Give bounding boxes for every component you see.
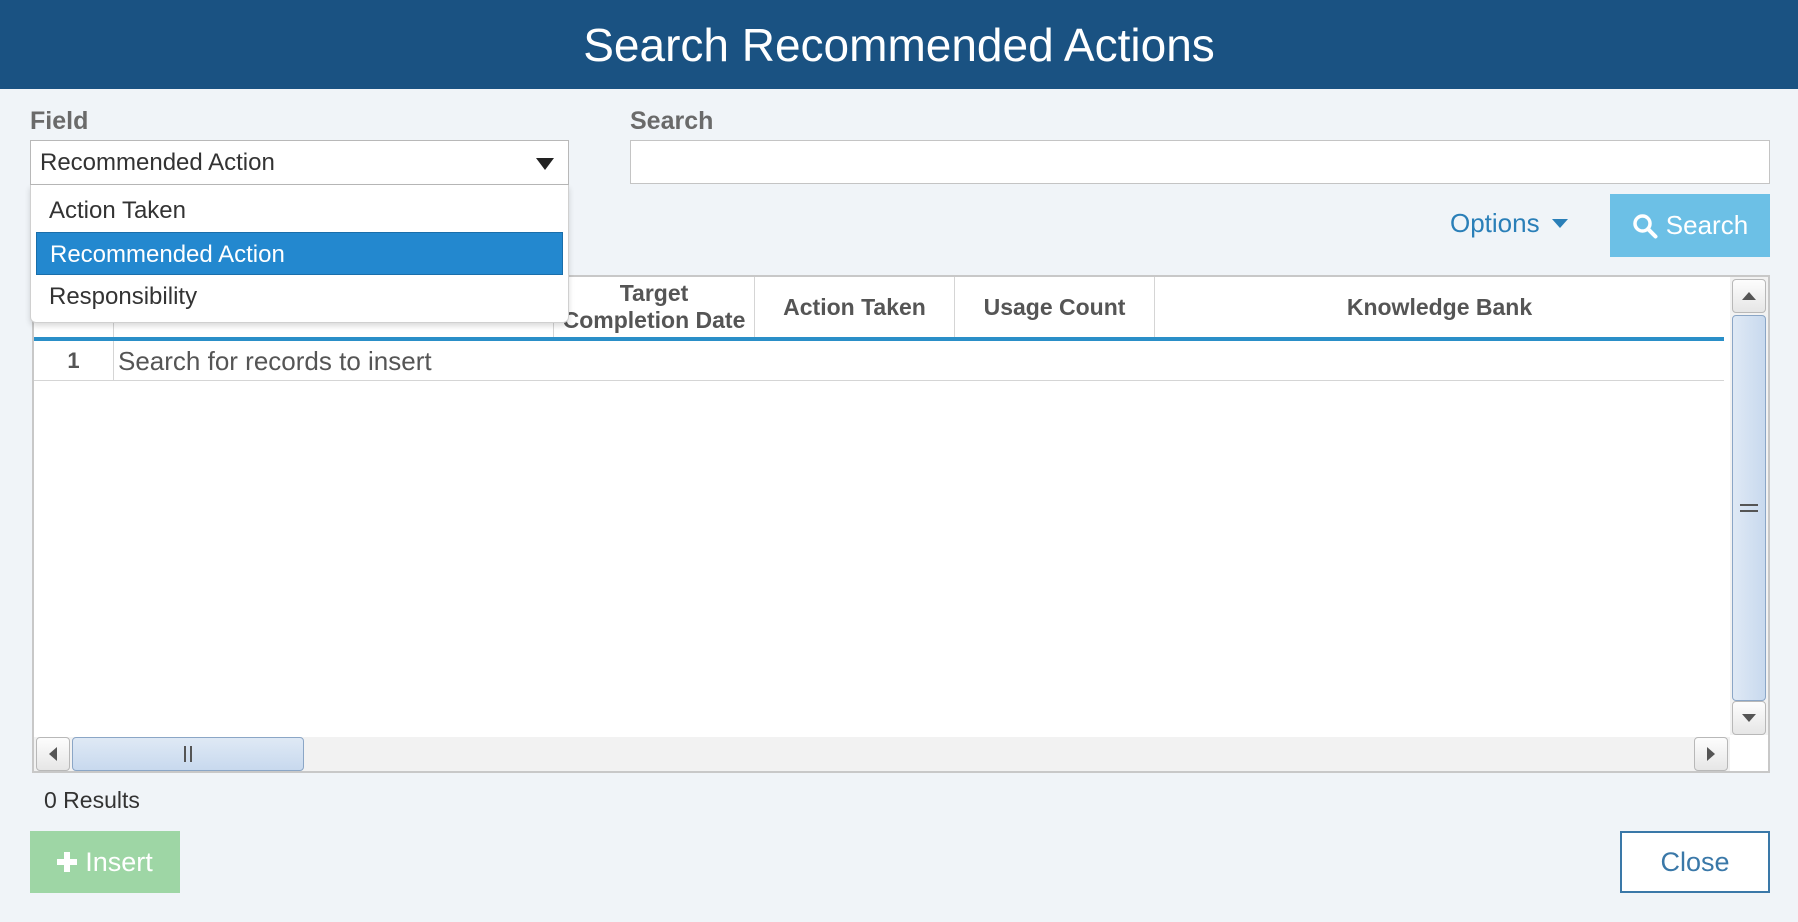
caret-down-icon [1551,219,1568,228]
search-button-label: Search [1665,210,1749,240]
field-dropdown-list: Action Taken Recommended Action Responsi… [30,185,569,323]
plus-icon [57,852,78,872]
options-button[interactable]: Options [1450,208,1568,239]
search-label: Search [630,107,714,135]
arrow-down-icon [1742,714,1756,722]
grip-icon [1740,504,1758,512]
close-button[interactable]: Close [1620,831,1770,893]
dialog-title-bar: Search Recommended Actions [0,0,1798,89]
empty-grid-message: Search for records to insert [118,346,432,376]
dropdown-option-responsibility[interactable]: Responsibility [36,275,563,318]
options-label: Options [1450,208,1540,238]
field-label: Field [30,107,89,135]
column-header-target-completion-date[interactable]: Target Completion Date [554,277,755,337]
dialog-title: Search Recommended Actions [583,18,1215,71]
search-button[interactable]: Search [1610,194,1770,257]
dropdown-option-action-taken[interactable]: Action Taken [36,189,563,232]
arrow-up-icon [1742,292,1756,300]
caret-down-icon[interactable] [536,158,554,170]
results-count: 0 Results [44,787,140,813]
scroll-up-button[interactable] [1732,279,1766,313]
dropdown-option-recommended-action[interactable]: Recommended Action [36,232,563,275]
horizontal-scroll-thumb[interactable] [72,737,304,771]
grip-icon [184,746,192,762]
field-select-value: Recommended Action [40,148,275,176]
search-input[interactable] [630,140,1770,184]
table-row[interactable]: 1 Search for records to insert [34,341,1724,381]
close-button-label: Close [1660,846,1730,877]
horizontal-scrollbar[interactable] [34,737,1730,771]
scroll-left-button[interactable] [36,737,70,771]
results-grid: esponsibility Target Completion Date Act… [32,275,1770,773]
vertical-scrollbar[interactable] [1730,277,1768,735]
search-icon [1633,213,1658,238]
scroll-right-button[interactable] [1694,737,1728,771]
field-select[interactable]: Recommended Action [30,140,569,185]
row-number: 1 [34,341,114,381]
arrow-left-icon [49,747,57,761]
column-header-knowledge-bank[interactable]: Knowledge Bank [1155,277,1724,337]
insert-button[interactable]: Insert [30,831,180,893]
insert-button-label: Insert [85,846,153,877]
column-header-usage-count[interactable]: Usage Count [955,277,1155,337]
vertical-scroll-thumb[interactable] [1732,315,1766,701]
column-header-action-taken[interactable]: Action Taken [755,277,955,337]
scroll-down-button[interactable] [1732,701,1766,735]
arrow-right-icon [1707,747,1715,761]
